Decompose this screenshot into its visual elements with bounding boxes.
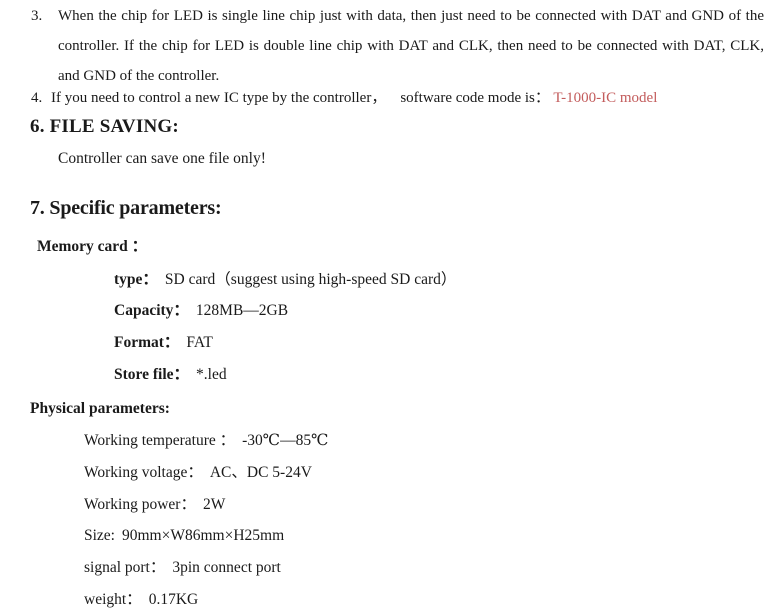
spec-label: Working voltage： [84, 464, 203, 481]
spec-row-working-temperature: Working temperature ： -30℃—85℃ [84, 429, 328, 453]
spec-value: -30℃—85℃ [242, 432, 329, 449]
spec-row-memory-type: type： SD card（suggest using high-speed SD… [114, 268, 456, 292]
spec-label: Working power： [84, 496, 196, 513]
spec-row-size: Size: 90mm×W86mm×H25mm [84, 524, 284, 548]
spec-row-weight: weight： 0.17KG [84, 588, 198, 612]
spec-value: AC、DC 5-24V [209, 464, 312, 481]
spec-value: 2W [202, 496, 226, 513]
spec-value: FAT [186, 334, 213, 351]
section-heading-specific-parameters: 7. Specific parameters: [30, 197, 222, 219]
spec-value: 90mm×W86mm×H25mm [122, 527, 285, 544]
spec-row-working-voltage: Working voltage： AC、DC 5-24V [84, 461, 312, 485]
spec-label: Capacity： [114, 302, 189, 319]
spec-label: Format： [114, 334, 180, 351]
spec-row-memory-format: Format： FAT [114, 331, 213, 355]
list-item-4-text-middle: software code mode is： [400, 90, 550, 106]
spec-label: weight： [84, 591, 142, 608]
list-item-4-text-before: If you need to control a new IC type by … [51, 90, 387, 106]
spec-label: Size: [84, 527, 115, 544]
list-item-3-marker: 3. [31, 8, 43, 24]
list-item-4: 4. If you need to control a new IC type … [31, 83, 764, 113]
spec-value: SD card（suggest using high-speed SD card… [164, 271, 457, 288]
spec-value: 3pin connect port [172, 559, 281, 576]
document-page: 3. When the chip for LED is single line … [0, 0, 781, 608]
spec-value: 0.17KG [148, 591, 199, 608]
file-saving-note: Controller can save one file only! [58, 150, 266, 167]
spec-label: type： [114, 271, 158, 288]
software-code-mode-value: T-1000-IC model [553, 90, 658, 106]
spec-label: Working temperature ： [84, 432, 236, 449]
list-item-3-text: When the chip for LED is single line chi… [58, 8, 764, 84]
spec-row-memory-capacity: Capacity： 128MB—2GB [114, 299, 288, 323]
group-title-physical-parameters: Physical parameters: [30, 400, 170, 417]
list-item-4-text: If you need to control a new IC type by … [51, 83, 764, 113]
spec-row-signal-port: signal port： 3pin connect port [84, 556, 281, 580]
spec-row-working-power: Working power： 2W [84, 493, 225, 517]
list-item-3: 3. When the chip for LED is single line … [31, 1, 764, 91]
spec-label: signal port： [84, 559, 166, 576]
section-heading-file-saving: 6. FILE SAVING: [30, 116, 179, 137]
spec-value: 128MB—2GB [195, 302, 289, 319]
spec-value: *.led [196, 366, 227, 383]
spec-label: Store file： [114, 366, 190, 383]
group-title-memory-card: Memory card ： [37, 238, 148, 255]
spec-row-memory-store-file: Store file： *.led [114, 363, 227, 387]
list-item-4-marker: 4. [31, 90, 43, 106]
